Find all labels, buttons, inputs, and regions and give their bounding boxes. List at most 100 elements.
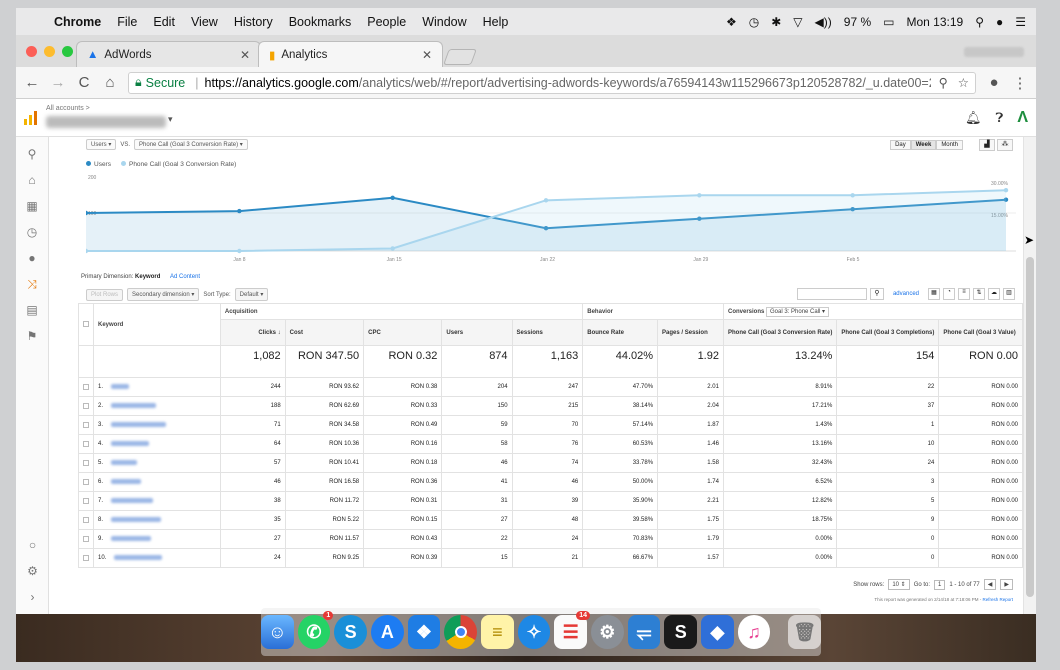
notes-icon[interactable]: ≡ — [481, 615, 514, 649]
table-row[interactable]: 3. 71 RON 34.58 RON 0.49 59 70 57.14% 1.87 1.43%… — [78, 415, 1023, 435]
system-preferences-icon[interactable]: ⚙ — [591, 615, 624, 649]
notifications-icon[interactable]: 🔔︎ — [965, 110, 982, 126]
discover-icon[interactable]: ○ — [16, 532, 49, 558]
col-goal3-value-header[interactable]: Phone Call (Goal 3 Value) — [938, 319, 1023, 346]
refresh-report-link[interactable]: Refresh Report — [982, 597, 1013, 602]
analytics-logo-icon[interactable] — [24, 111, 37, 125]
help-icon[interactable]: ❓︎ — [996, 110, 1004, 126]
skype-icon[interactable]: S — [334, 615, 367, 649]
row-checkbox[interactable] — [83, 554, 89, 561]
col-users-header[interactable]: Users — [441, 319, 513, 346]
row-select-cell[interactable] — [78, 510, 94, 530]
menu-file[interactable]: File — [117, 15, 137, 29]
row-checkbox[interactable] — [83, 459, 89, 466]
table-row[interactable]: 2. 188 RON 62.69 RON 0.33 150 215 38.14% 2.04 17… — [78, 396, 1023, 416]
spotlight-icon[interactable]: ⚲ — [975, 15, 984, 29]
keyword-cell[interactable]: 6. — [93, 472, 221, 492]
behavior-icon[interactable]: ▤ — [16, 297, 48, 323]
keyword-link[interactable] — [111, 459, 138, 465]
row-select-cell[interactable] — [78, 396, 94, 416]
home-icon[interactable]: ⌂ — [16, 167, 48, 193]
finder-icon[interactable]: ☺ — [260, 615, 294, 649]
keyword-cell[interactable]: 3. — [93, 415, 221, 435]
menu-history[interactable]: History — [234, 15, 273, 29]
menu-bookmarks[interactable]: Bookmarks — [289, 15, 352, 29]
keyword-link[interactable] — [111, 421, 167, 427]
table-row[interactable]: 8. 35 RON 5.22 RON 0.15 27 48 39.58% 1.75 18.75%… — [78, 510, 1023, 530]
show-rows-select[interactable]: 10 ⇕ — [888, 579, 910, 590]
reload-icon[interactable]: C — [76, 74, 92, 91]
line-chart[interactable]: 200 100 30.00% 15.00% Jan 8Jan 15Jan 22J… — [86, 173, 1016, 263]
col-bounce-rate-header[interactable]: Bounce Rate — [582, 319, 659, 346]
data-point[interactable] — [390, 195, 395, 200]
data-point[interactable] — [390, 246, 395, 251]
account-breadcrumb[interactable]: All accounts > — [46, 105, 90, 112]
select-all-cell[interactable] — [78, 303, 94, 346]
comparison-view-icon[interactable]: ⇅ — [973, 288, 985, 300]
data-point[interactable] — [850, 193, 855, 198]
realtime-icon[interactable]: ◷ — [16, 219, 48, 245]
migration-assistant-icon[interactable]: ⥫ — [627, 615, 661, 649]
row-select-cell[interactable] — [78, 434, 94, 454]
trash-icon[interactable]: 🗑︎ — [788, 615, 822, 649]
row-select-cell[interactable] — [78, 491, 94, 511]
period-month-button[interactable]: Month — [936, 140, 963, 150]
extension-icon[interactable]: ● — [986, 74, 1002, 91]
keyword-cell[interactable]: 2. — [93, 396, 221, 416]
address-bar[interactable]: 🔒︎ Secure | https://analytics.google.com… — [128, 71, 976, 94]
app-store-icon[interactable]: A — [370, 615, 404, 649]
back-icon[interactable]: ← — [24, 74, 40, 91]
account-name[interactable] — [46, 116, 166, 128]
adwords-logo-icon[interactable]: Λ — [1017, 109, 1028, 127]
dropbox-status-icon[interactable]: ❖ — [726, 15, 737, 29]
col-pages-session-header[interactable]: Pages / Session — [657, 319, 724, 346]
next-page-button[interactable]: ▶ — [1000, 579, 1013, 590]
tab-adwords[interactable]: ▲ AdWords ✕ — [76, 41, 261, 67]
close-tab-icon[interactable]: ✕ — [422, 48, 432, 62]
advanced-filter-link[interactable]: advanced — [893, 291, 919, 297]
data-view-icon[interactable]: ▦ — [928, 288, 940, 300]
row-select-cell[interactable] — [78, 472, 94, 492]
data-point[interactable] — [237, 208, 242, 214]
keyword-cell[interactable]: 9. — [93, 529, 221, 549]
keyword-link[interactable] — [111, 535, 152, 541]
audience-icon[interactable]: ● — [16, 245, 48, 271]
col-sessions-header[interactable]: Sessions — [511, 319, 584, 346]
data-point[interactable] — [543, 198, 549, 203]
new-tab-button[interactable] — [443, 49, 477, 65]
metric2-select[interactable]: Phone Call (Goal 3 Conversion Rate) ▾ — [134, 139, 248, 150]
customization-icon[interactable]: ▦ — [16, 193, 48, 219]
row-checkbox[interactable] — [83, 421, 89, 428]
itunes-icon[interactable]: ♫ — [737, 615, 771, 649]
virtualbox-icon[interactable]: ◆ — [701, 615, 734, 649]
motion-chart-icon[interactable]: ⁂ — [997, 139, 1013, 151]
table-row[interactable]: 10. 24 RON 9.25 RON 0.39 15 21 66.67% 1.57 0.00%… — [78, 548, 1023, 568]
chrome-icon[interactable] — [444, 615, 477, 649]
chrome-menu-icon[interactable]: ⋮ — [1012, 74, 1028, 92]
bookmark-star-icon[interactable]: ☆ — [958, 75, 969, 90]
keyword-link[interactable] — [111, 402, 157, 408]
whatsapp-icon[interactable]: ✆ 1 — [297, 611, 334, 649]
data-point[interactable] — [1003, 188, 1009, 193]
plot-rows-button[interactable]: Plot Rows — [86, 288, 124, 301]
table-row[interactable]: 5. 57 RON 10.41 RON 0.18 46 74 33.78% 1.58 32.43… — [78, 453, 1023, 473]
data-point[interactable] — [697, 193, 702, 198]
page-scrollbar[interactable] — [1023, 137, 1036, 614]
prev-page-button[interactable]: ◀ — [983, 579, 997, 590]
metric1-select[interactable]: Users ▾ — [86, 139, 117, 150]
minimize-window-button[interactable] — [44, 46, 55, 57]
menu-help[interactable]: Help — [483, 15, 509, 29]
row-checkbox[interactable] — [83, 383, 89, 390]
row-checkbox[interactable] — [83, 535, 89, 542]
row-select-cell[interactable] — [78, 415, 94, 435]
col-goal3-rate-header[interactable]: Phone Call (Goal 3 Conversion Rate) — [722, 319, 838, 346]
admin-gear-icon[interactable]: ⚙ — [16, 558, 49, 584]
row-select-cell[interactable] — [78, 453, 94, 473]
goto-input[interactable]: 1 — [934, 579, 946, 590]
row-checkbox[interactable] — [83, 497, 89, 504]
battery-status[interactable]: 97 % — [844, 15, 871, 29]
row-checkbox[interactable] — [83, 402, 89, 409]
period-week-button[interactable]: Week — [910, 140, 937, 150]
keyword-cell[interactable]: 10. — [93, 548, 221, 568]
menu-people[interactable]: People — [367, 15, 406, 29]
